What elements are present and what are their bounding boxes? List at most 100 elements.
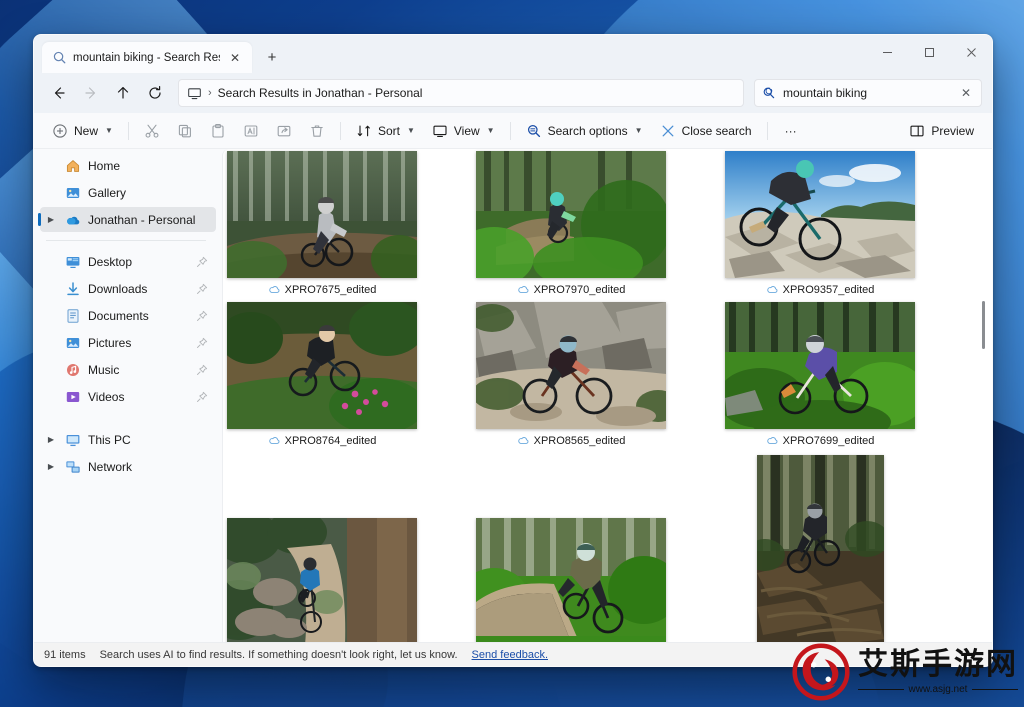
tab-close-icon[interactable]: ✕ [226, 49, 244, 67]
search-query-text[interactable]: mountain biking [783, 86, 951, 100]
pin-icon[interactable] [196, 337, 208, 349]
file-explorer-window: mountain biking - Search Res ✕ + › Searc… [33, 34, 993, 667]
toolbar-divider [127, 121, 129, 140]
onedrive-icon [67, 216, 80, 224]
forward-button[interactable] [76, 78, 106, 108]
thumbnail-grid: XPRO7675_edited XPRO7970_edited XPRO9357… [223, 149, 992, 642]
file-item[interactable]: XPRO7699_edited [725, 302, 915, 447]
file-thumbnail[interactable] [725, 151, 915, 278]
pin-icon[interactable] [196, 283, 208, 295]
copy-button[interactable] [169, 117, 201, 145]
share-button[interactable] [268, 117, 300, 145]
file-item[interactable]: XPRO7970_edited [476, 151, 666, 296]
back-button[interactable] [44, 78, 74, 108]
sidebar-item-videos[interactable]: ▶ Videos [40, 384, 216, 409]
file-name-text: XPRO9357_edited [782, 283, 875, 296]
photo-dark-rooty-forest-portrait [757, 455, 884, 642]
chevron-down-icon: ▼ [406, 126, 415, 135]
sidebar-item-documents[interactable]: ▶ Documents [40, 303, 216, 328]
search-options-button[interactable]: Search options ▼ [518, 117, 651, 145]
sort-icon [357, 124, 370, 136]
new-button[interactable]: New ▼ [44, 117, 121, 145]
rename-button[interactable] [235, 117, 267, 145]
search-icon [53, 51, 66, 64]
file-thumbnail[interactable] [227, 151, 417, 278]
view-button[interactable]: View ▼ [424, 117, 503, 145]
sort-button[interactable]: Sort ▼ [348, 117, 423, 145]
sidebar-item-desktop[interactable]: ▶ Desktop [40, 249, 216, 274]
scrollbar-thumb[interactable] [982, 301, 985, 349]
file-item[interactable] [757, 455, 884, 642]
file-list-pane[interactable]: XPRO7675_edited XPRO7970_edited XPRO9357… [222, 149, 992, 642]
close-button[interactable] [950, 35, 992, 69]
maximize-icon [924, 47, 934, 57]
file-item[interactable]: XPRO8764_edited [227, 302, 417, 447]
file-item[interactable] [476, 518, 666, 642]
navigation-bar: › Search Results in Jonathan - Personal … [34, 73, 992, 113]
close-icon [966, 47, 976, 57]
vertical-scrollbar[interactable] [978, 151, 989, 640]
file-item[interactable]: XPRO7675_edited [227, 151, 417, 296]
preview-button[interactable]: Preview [901, 117, 982, 145]
pin-icon[interactable] [196, 256, 208, 268]
file-item[interactable] [227, 518, 417, 642]
copy-icon [178, 124, 191, 137]
window-body: ▶ Home ▶ Gallery ▶ [34, 149, 992, 642]
sidebar-item-gallery[interactable]: ▶ Gallery [40, 180, 216, 205]
sidebar-item-label: Gallery [88, 185, 127, 200]
close-search-button[interactable]: Close search [652, 117, 760, 145]
send-feedback-link[interactable]: Send feedback. [472, 649, 548, 661]
sidebar-item-downloads[interactable]: ▶ Downloads [40, 276, 216, 301]
refresh-button[interactable] [140, 78, 170, 108]
sidebar-item-music[interactable]: ▶ Music [40, 357, 216, 382]
close-search-icon [662, 125, 674, 136]
file-thumbnail[interactable] [757, 455, 884, 642]
chevron-right-icon[interactable]: ▶ [44, 215, 58, 224]
navigation-pane: ▶ Home ▶ Gallery ▶ [34, 149, 222, 642]
file-thumbnail[interactable] [725, 302, 915, 429]
plus-circle-icon [53, 123, 67, 138]
new-tab-button[interactable]: + [258, 43, 286, 71]
pin-icon[interactable] [196, 310, 208, 322]
site-watermark: 艾斯手游网 www.asjg.net [792, 643, 1018, 701]
sidebar-item-network[interactable]: ▶ Network [40, 454, 216, 479]
pin-icon[interactable] [196, 391, 208, 403]
watermark-logo-icon [792, 643, 850, 701]
videos-icon [66, 391, 80, 402]
maximize-button[interactable] [908, 35, 950, 69]
file-thumbnail[interactable] [476, 518, 666, 642]
minimize-button[interactable] [866, 35, 908, 69]
delete-button[interactable] [301, 117, 333, 145]
file-name: XPRO8764_edited [268, 434, 376, 447]
clear-search-icon[interactable]: ✕ [958, 85, 974, 101]
tab-search-results[interactable]: mountain biking - Search Res ✕ [42, 42, 252, 73]
cut-button[interactable] [136, 117, 168, 145]
sidebar-item-label: This PC [88, 432, 131, 447]
address-bar[interactable]: › Search Results in Jonathan - Personal [178, 79, 744, 107]
refresh-icon [149, 86, 161, 99]
sidebar-item-label: Desktop [88, 254, 133, 269]
file-thumbnail[interactable] [227, 518, 417, 642]
file-thumbnail[interactable] [476, 302, 666, 429]
chevron-right-icon[interactable]: ▶ [44, 435, 58, 444]
file-thumbnail[interactable] [476, 151, 666, 278]
file-thumbnail[interactable] [227, 302, 417, 429]
network-icon [66, 460, 80, 473]
up-button[interactable] [108, 78, 138, 108]
search-input[interactable]: mountain biking ✕ [754, 79, 982, 107]
command-bar: New ▼ Sort ▼ View ▼ Search options ▼ Clo… [34, 113, 992, 149]
arrow-left-icon [54, 87, 65, 99]
paste-button[interactable] [202, 117, 234, 145]
downloads-icon [67, 281, 79, 295]
file-item[interactable]: XPRO8565_edited [476, 302, 666, 447]
sidebar-item-pictures[interactable]: ▶ Pictures [40, 330, 216, 355]
pin-icon[interactable] [196, 364, 208, 376]
more-options-button[interactable]: ··· [775, 117, 807, 145]
sidebar-item-jonathan-personal[interactable]: ▶ Jonathan - Personal [38, 207, 216, 232]
file-item[interactable]: XPRO9357_edited [725, 151, 915, 296]
sidebar-item-this-pc[interactable]: ▶ This PC [40, 427, 216, 452]
sort-button-label: Sort [377, 123, 400, 138]
chevron-right-icon[interactable]: ▶ [44, 462, 58, 471]
cloud-status-icon [767, 286, 778, 293]
sidebar-item-home[interactable]: ▶ Home [40, 153, 216, 178]
